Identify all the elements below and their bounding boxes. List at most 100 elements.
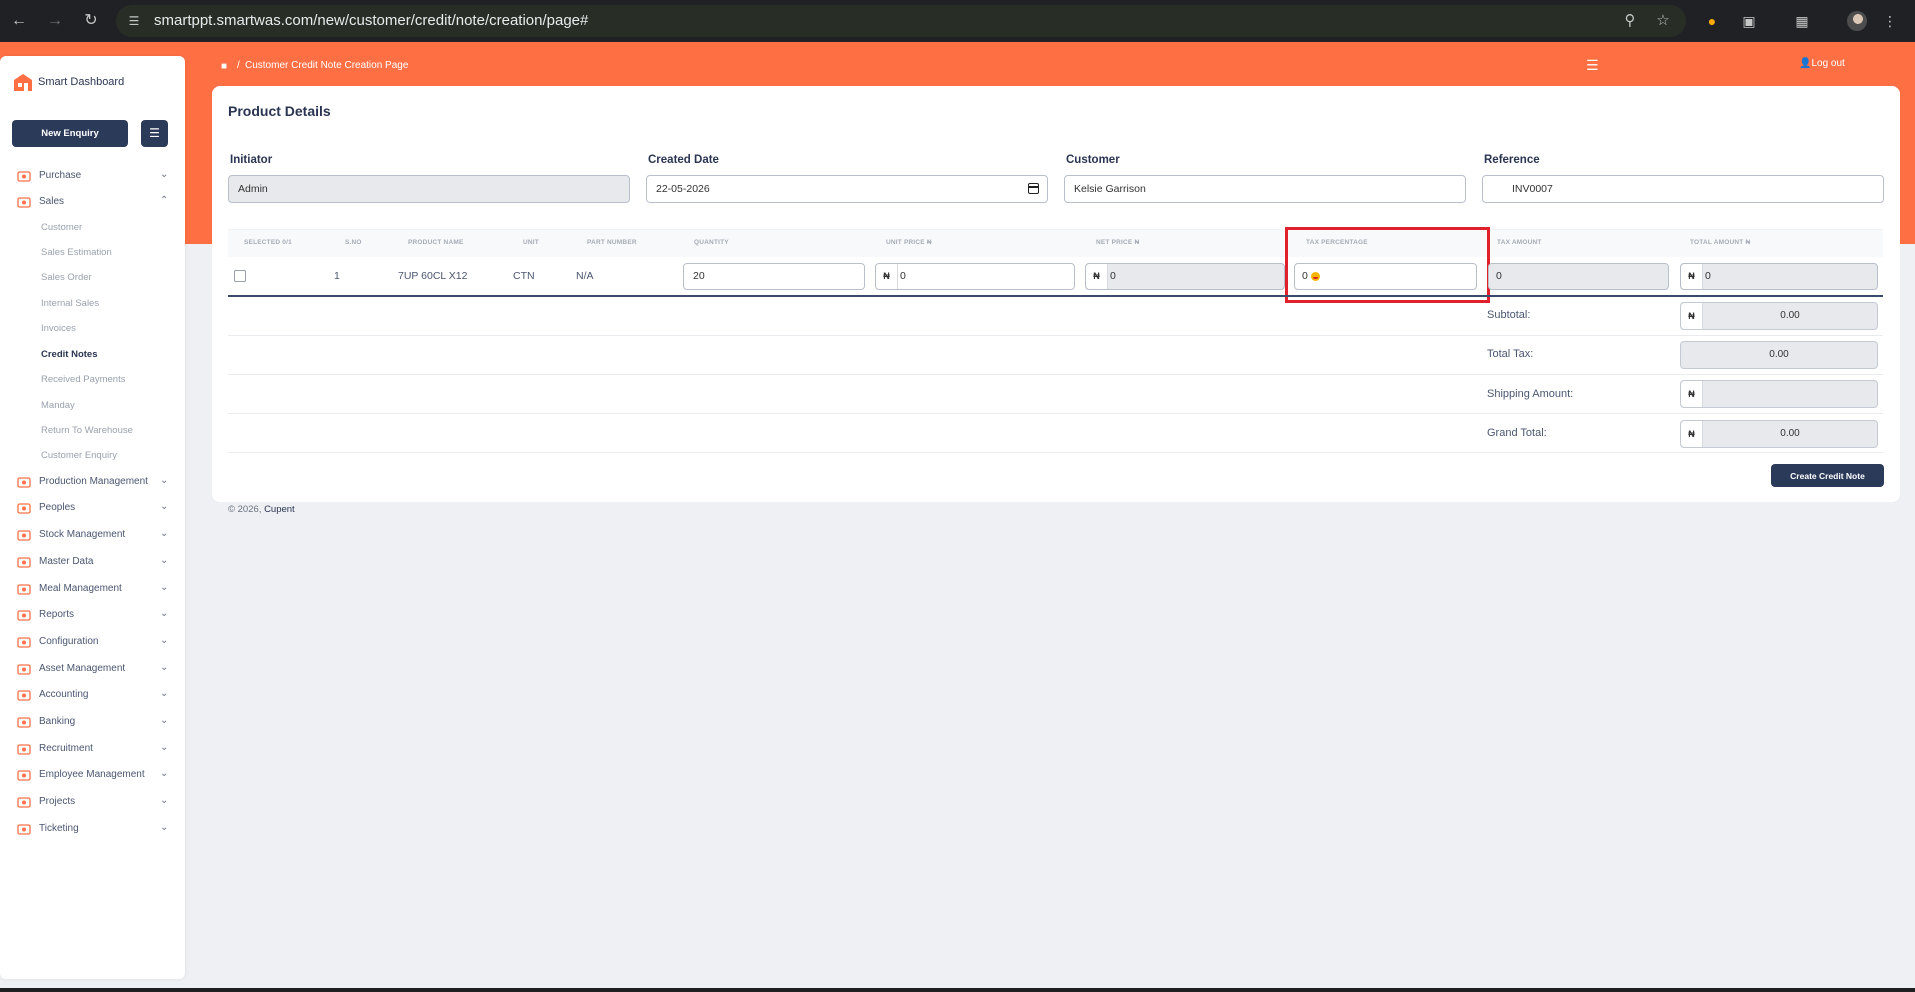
sales-subitem-customer-enquiry[interactable]: Customer Enquiry	[41, 450, 117, 461]
sidebar-item-sales[interactable]: Sales ⌃	[0, 192, 185, 212]
sidebar-item-production-management[interactable]: Production Management ⌄	[0, 472, 185, 492]
chevron-down-icon[interactable]: ⌄	[160, 662, 168, 673]
sales-subitem-credit-notes[interactable]: Credit Notes	[41, 349, 97, 360]
chevron-down-icon[interactable]: ⌄	[160, 742, 168, 753]
col-part-number: PART NUMBER	[587, 239, 637, 246]
sidebar-item-reports[interactable]: Reports ⌄	[0, 605, 185, 625]
copyright-text: © 2026,	[228, 504, 262, 515]
logout-link[interactable]: 👤Log out	[1799, 58, 1845, 69]
back-arrow-icon[interactable]: ←	[8, 10, 30, 32]
new-enquiry-button[interactable]: New Enquiry	[12, 120, 128, 147]
naira-prefix: ₦	[1681, 264, 1703, 289]
col-tax-amount: TAX AMOUNT	[1497, 239, 1542, 246]
sidebar-item-meal-management[interactable]: Meal Management ⌄	[0, 579, 185, 599]
extension-emoji-icon[interactable]: ●	[1702, 11, 1722, 31]
tab-search-icon[interactable]: ▦	[1792, 11, 1812, 31]
total-tax-label: Total Tax:	[1487, 348, 1534, 360]
sidebar-item-master-data[interactable]: Master Data ⌄	[0, 552, 185, 572]
naira-prefix: ₦	[1086, 264, 1108, 289]
reference-field[interactable]: INV0007	[1482, 175, 1884, 203]
chevron-down-icon[interactable]: ⌄	[160, 768, 168, 779]
cart-icon	[17, 171, 31, 182]
sales-subitem-customer[interactable]: Customer	[41, 222, 82, 233]
sidebar-item-label: Production Management	[39, 476, 148, 487]
sales-subitem-received-payments[interactable]: Received Payments	[41, 374, 125, 385]
site-settings-icon[interactable]: ☰	[126, 13, 142, 29]
bookmark-star-icon[interactable]: ☆	[1654, 12, 1672, 30]
sidebar-item-label: Recruitment	[39, 743, 93, 754]
sidebar-item-peoples[interactable]: Peoples ⌄	[0, 498, 185, 518]
sidebar-item-recruitment[interactable]: Recruitment ⌄	[0, 739, 185, 759]
sidebar-item-accounting[interactable]: Accounting ⌄	[0, 685, 185, 705]
brand-name[interactable]: Smart Dashboard	[38, 76, 124, 88]
col-selected: SELECTED 0/1	[244, 239, 292, 246]
address-bar[interactable]: ☰ smartppt.smartwas.com/new/customer/cre…	[116, 5, 1686, 37]
taskbar-edge	[0, 988, 1915, 992]
sidebar-menu-icon[interactable]: ☰	[141, 120, 168, 147]
col-unit-price: UNIT PRICE ₦	[886, 239, 932, 246]
chevron-down-icon[interactable]: ⌄	[160, 528, 168, 539]
sidebar-item-projects[interactable]: Projects ⌄	[0, 792, 185, 812]
home-icon[interactable]: ■	[221, 61, 227, 72]
recruitment-icon	[17, 744, 31, 755]
chevron-down-icon[interactable]: ⌄	[160, 608, 168, 619]
sidebar-item-banking[interactable]: Banking ⌄	[0, 712, 185, 732]
sidebar-item-label: Accounting	[39, 689, 89, 700]
sidebar-item-configuration[interactable]: Configuration ⌄	[0, 632, 185, 652]
shipping-field[interactable]: ₦	[1680, 380, 1878, 408]
sidebar-item-employee-management[interactable]: Employee Management ⌄	[0, 765, 185, 785]
chevron-up-icon[interactable]: ⌃	[160, 195, 168, 206]
col-sno: S.NO	[345, 239, 362, 246]
sidebar-item-stock-management[interactable]: Stock Management ⌄	[0, 525, 185, 545]
logout-label[interactable]: Log out	[1811, 58, 1844, 69]
hamburger-menu-icon[interactable]: ☰	[1586, 58, 1600, 72]
chevron-down-icon[interactable]: ⌄	[160, 822, 168, 833]
row-select-checkbox[interactable]	[234, 270, 246, 282]
sidebar-item-label: Sales	[39, 196, 65, 207]
create-credit-note-button[interactable]: Create Credit Note	[1771, 464, 1884, 487]
sidebar-item-purchase[interactable]: Purchase ⌄	[0, 166, 185, 186]
chevron-down-icon[interactable]: ⌄	[160, 688, 168, 699]
breadcrumb[interactable]: Customer Credit Note Creation Page	[245, 60, 408, 71]
customer-field[interactable]: Kelsie Garrison	[1064, 175, 1466, 203]
quantity-input[interactable]: 20	[683, 263, 865, 290]
company-link[interactable]: Cupent	[264, 504, 295, 515]
chevron-down-icon[interactable]: ⌄	[160, 635, 168, 646]
forward-arrow-icon[interactable]: →	[44, 10, 66, 32]
chevron-down-icon[interactable]: ⌄	[160, 555, 168, 566]
sidebar-item-label: Peoples	[39, 502, 76, 513]
reload-icon[interactable]: ↻	[80, 10, 102, 32]
breadcrumb-separator: /	[237, 60, 240, 71]
chevron-down-icon[interactable]: ⌄	[160, 582, 168, 593]
sales-subitem-invoices[interactable]: Invoices	[41, 323, 76, 334]
chevron-down-icon[interactable]: ⌄	[160, 795, 168, 806]
initiator-field: Admin	[228, 175, 630, 203]
sales-subitem-sales-estimation[interactable]: Sales Estimation	[41, 247, 112, 258]
col-net-price: NET PRICE ₦	[1096, 239, 1140, 246]
sales-subitem-return-to-warehouse[interactable]: Return To Warehouse	[41, 425, 133, 436]
profile-avatar[interactable]	[1847, 11, 1867, 31]
sidebar-item-asset-management[interactable]: Asset Management ⌄	[0, 659, 185, 679]
zoom-icon[interactable]: ⚲	[1621, 12, 1639, 30]
chevron-down-icon[interactable]: ⌄	[160, 475, 168, 486]
url-text[interactable]: smartppt.smartwas.com/new/customer/credi…	[154, 12, 588, 29]
sales-subitem-internal-sales[interactable]: Internal Sales	[41, 298, 99, 309]
sales-subitem-sales-order[interactable]: Sales Order	[41, 272, 92, 283]
extensions-puzzle-icon[interactable]: ▣	[1739, 11, 1759, 31]
sales-subitem-manday[interactable]: Manday	[41, 400, 75, 411]
bag-icon	[17, 197, 31, 208]
browser-menu-icon[interactable]: ⋮	[1880, 11, 1900, 31]
created-date-field[interactable]: 22-05-2026	[646, 175, 1048, 203]
calendar-icon[interactable]	[1028, 183, 1039, 194]
sidebar-item-ticketing[interactable]: Ticketing ⌄	[0, 819, 185, 839]
chevron-down-icon[interactable]: ⌄	[160, 501, 168, 512]
chevron-down-icon[interactable]: ⌄	[160, 715, 168, 726]
store-logo-icon	[14, 74, 32, 91]
net-price-input: ₦ 0	[1085, 263, 1285, 290]
meal-icon	[17, 584, 31, 595]
unit-price-input[interactable]: ₦ 0	[875, 263, 1075, 290]
ticket-icon	[17, 824, 31, 835]
sidebar-item-label: Purchase	[39, 170, 82, 181]
chevron-down-icon[interactable]: ⌄	[160, 169, 168, 180]
footer: © 2026, Cupent	[228, 504, 295, 515]
